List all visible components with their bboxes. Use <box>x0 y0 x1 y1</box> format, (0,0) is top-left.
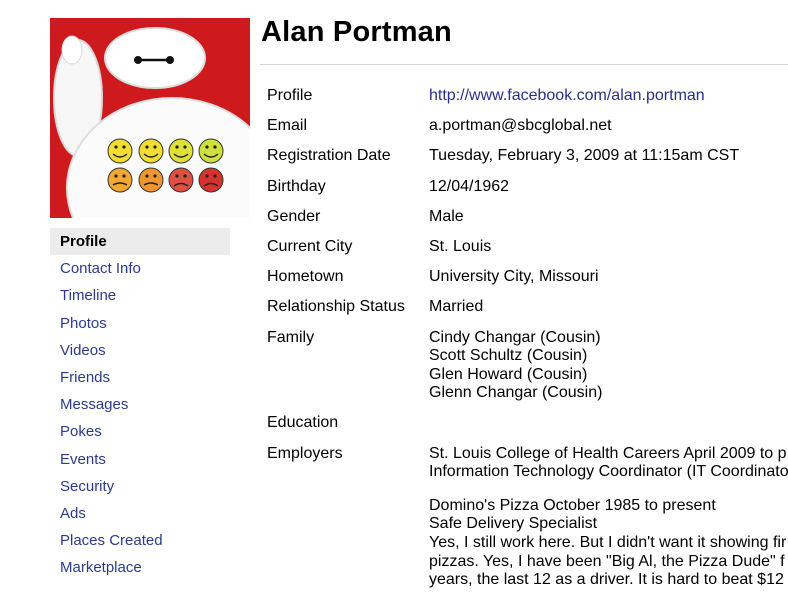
detail-label: Employers <box>267 444 343 462</box>
family-member: Glenn Changar (Cousin) <box>429 384 603 402</box>
sidebar-item-friends[interactable]: Friends <box>50 364 230 391</box>
sidebar-item-marketplace[interactable]: Marketplace <box>50 554 230 581</box>
detail-row-birthday: Birthday 12/04/1962 <box>267 178 788 197</box>
detail-label: Registration Date <box>267 147 391 165</box>
relationship-status-value: Married <box>429 298 484 316</box>
detail-label: Education <box>267 414 339 432</box>
hometown-value: University City, Missouri <box>429 268 599 286</box>
detail-row-profile: Profile http://www.facebook.com/alan.por… <box>267 87 788 106</box>
detail-label: Hometown <box>267 268 344 286</box>
family-member: Glen Howard (Cousin) <box>429 365 588 383</box>
sidebar-item-messages[interactable]: Messages <box>50 391 230 418</box>
page-title: Alan Portman <box>261 16 452 48</box>
detail-label: Email <box>267 117 308 135</box>
detail-label: Profile <box>267 87 313 104</box>
employer-spacer <box>429 482 788 497</box>
birthday-value: 12/04/1962 <box>429 177 510 195</box>
sidebar-item-events[interactable]: Events <box>50 446 230 473</box>
profile-url-link[interactable]: http://www.facebook.com/alan.portman <box>429 87 705 104</box>
employer-line: Safe Delivery Specialist <box>429 515 598 533</box>
employer-line: St. Louis College of Health Careers Apri… <box>429 444 787 462</box>
detail-row-registration-date: Registration Date Tuesday, February 3, 2… <box>267 147 788 166</box>
employer-line: Yes, I still work here. But I didn't wan… <box>429 534 787 552</box>
title-divider <box>260 64 788 65</box>
sidebar-item-videos[interactable]: Videos <box>50 337 230 364</box>
family-member: Scott Schultz (Cousin) <box>429 347 588 365</box>
detail-label: Current City <box>267 237 353 255</box>
employer-line: Information Technology Coordinator (IT C… <box>429 463 788 481</box>
detail-row-current-city: Current City St. Louis <box>267 238 788 257</box>
sidebar-item-ads[interactable]: Ads <box>50 500 230 527</box>
profile-photo <box>50 18 250 218</box>
sidebar-item-timeline[interactable]: Timeline <box>50 282 230 309</box>
sidebar-item-places-created[interactable]: Places Created <box>50 527 230 554</box>
sidebar-item-photos[interactable]: Photos <box>50 310 230 337</box>
family-list: Cindy Changar (Cousin) Scott Schultz (Co… <box>429 329 788 403</box>
sidebar-item-contact-info[interactable]: Contact Info <box>50 255 230 282</box>
detail-row-relationship-status: Relationship Status Married <box>267 298 788 317</box>
detail-label: Gender <box>267 207 321 225</box>
detail-row-family: Family Cindy Changar (Cousin) Scott Schu… <box>267 329 788 403</box>
sidebar-item-pokes[interactable]: Pokes <box>50 418 230 445</box>
detail-label: Family <box>267 328 315 346</box>
sidebar-nav: Profile Contact Info Timeline Photos Vid… <box>50 228 230 581</box>
detail-label: Relationship Status <box>267 298 405 316</box>
email-value: a.portman@sbcglobal.net <box>429 117 612 135</box>
sidebar-item-profile[interactable]: Profile <box>50 228 230 256</box>
family-member: Cindy Changar (Cousin) <box>429 328 601 346</box>
registration-date-value: Tuesday, February 3, 2009 at 11:15am CST <box>429 147 740 165</box>
employer-line: pizzas. Yes, I have been "Big Al, the Pi… <box>429 552 785 570</box>
robot-character-image <box>50 18 250 218</box>
detail-row-hometown: Hometown University City, Missouri <box>267 268 788 287</box>
employer-line: years, the last 12 as a driver. It is ha… <box>429 571 784 589</box>
detail-row-employers: Employers St. Louis College of Health Ca… <box>267 445 788 590</box>
gender-value: Male <box>429 207 464 225</box>
sidebar-item-security[interactable]: Security <box>50 473 230 500</box>
detail-label: Birthday <box>267 177 326 195</box>
detail-row-education: Education <box>267 414 788 433</box>
profile-details: Profile http://www.facebook.com/alan.por… <box>267 87 788 601</box>
detail-row-gender: Gender Male <box>267 208 788 227</box>
employers-list: St. Louis College of Health Careers Apri… <box>429 445 788 590</box>
employer-line: Domino's Pizza October 1985 to present <box>429 496 716 514</box>
detail-row-email: Email a.portman@sbcglobal.net <box>267 117 788 136</box>
current-city-value: St. Louis <box>429 237 492 255</box>
